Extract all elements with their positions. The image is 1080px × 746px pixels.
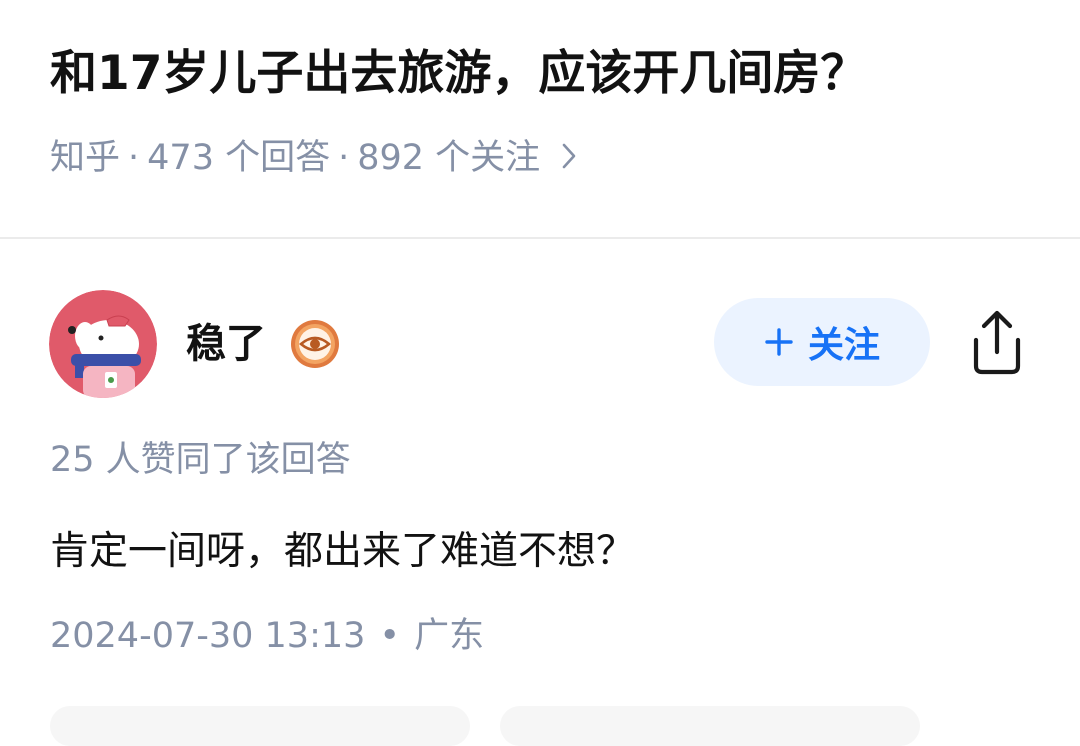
avatar[interactable] [49,290,157,398]
answers-count: 473 个回答 [147,138,331,178]
chevron-right-icon [562,132,576,184]
author-name[interactable]: 稳了 [186,316,266,372]
eye-badge-icon [289,318,341,370]
timestamp-text: 2024-07-30 13:13 [50,616,366,656]
share-icon[interactable] [962,304,1032,378]
answer-content[interactable]: 肯定一间呀，都出来了难道不想？ [50,524,635,580]
plus-icon [764,318,794,367]
meta-separator: · [338,138,350,178]
follow-label: 关注 [807,325,880,366]
location-text: 广东 [414,616,485,656]
timestamp-separator: • [379,616,401,656]
bottom-action-pill[interactable] [50,706,470,746]
bottom-action-pill[interactable] [500,706,920,746]
answer-timestamp: 2024-07-30 13:13 • 广东 [50,612,484,660]
upvote-summary: 25 人赞同了该回答 [50,440,351,480]
meta-separator: · [128,138,140,178]
question-meta[interactable]: 知乎 · 473 个回答 · 892 个关注 [50,132,576,184]
question-title[interactable]: 和17岁儿子出去旅游，应该开几间房？ [50,38,1050,110]
section-divider [0,237,1080,239]
followers-count: 892 个关注 [357,138,541,178]
follow-button[interactable]: 关注 [714,298,930,386]
source-label: 知乎 [50,138,121,178]
